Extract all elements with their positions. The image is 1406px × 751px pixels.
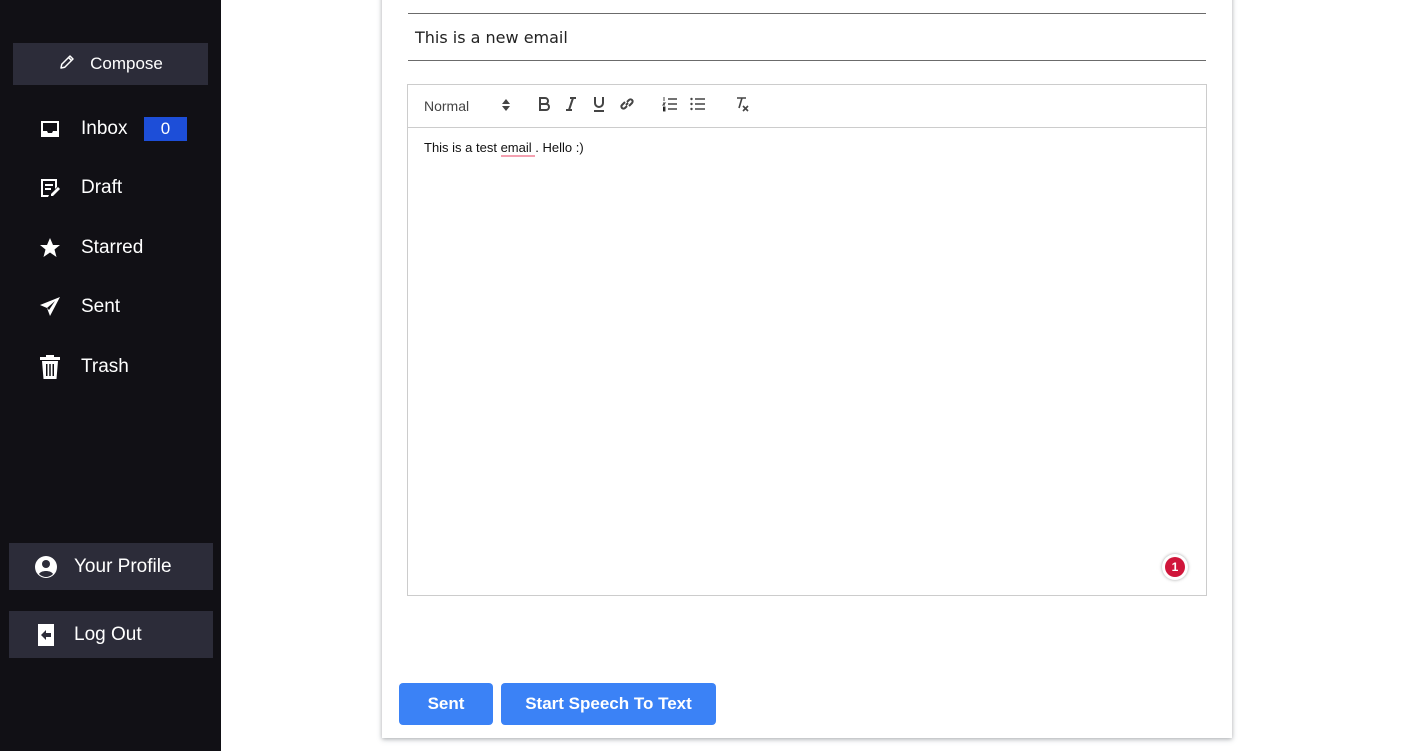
bullet-list-button[interactable]	[688, 94, 708, 118]
editor-body[interactable]: This is a test email . Hello :)	[424, 140, 584, 157]
sidebar-item-label: Sent	[81, 296, 121, 317]
inbox-icon	[36, 115, 64, 143]
sidebar-item-starred[interactable]: Starred	[36, 231, 206, 265]
subject-field-value: This is a new email	[415, 27, 568, 47]
sidebar-item-label: Draft	[81, 177, 123, 198]
italic-button[interactable]	[561, 94, 581, 118]
pencil-icon	[58, 53, 76, 76]
underline-button[interactable]	[589, 94, 609, 118]
sidebar-item-inbox[interactable]: Inbox 0	[36, 112, 206, 146]
sidebar-item-label: Starred	[81, 237, 144, 258]
clear-format-icon	[734, 96, 750, 117]
link-icon	[619, 96, 635, 117]
your-profile-button[interactable]: Your Profile	[9, 543, 213, 590]
italic-icon	[564, 96, 578, 116]
link-button[interactable]	[617, 94, 637, 118]
inbox-count-badge: 0	[144, 117, 187, 141]
select-arrows-icon	[501, 98, 511, 115]
underline-icon	[592, 96, 606, 117]
draft-icon	[36, 174, 64, 202]
your-profile-label: Your Profile	[74, 555, 172, 577]
misspelled-word[interactable]: email	[500, 140, 536, 157]
star-icon	[36, 234, 64, 262]
sidebar-item-trash[interactable]: Trash	[36, 350, 206, 384]
clear-format-button[interactable]	[732, 94, 752, 118]
log-out-label: Log Out	[74, 623, 142, 645]
editor-toolbar: Normal	[408, 85, 1206, 128]
header-select[interactable]: Normal	[424, 94, 514, 118]
ordered-list-icon	[661, 96, 678, 117]
compose-label: Compose	[90, 54, 163, 73]
logout-icon	[32, 621, 60, 649]
log-out-button[interactable]: Log Out	[9, 611, 213, 658]
send-icon	[36, 293, 64, 321]
bullet-list-icon	[690, 96, 706, 117]
body-text-start: This is a test	[424, 140, 501, 155]
sidebar-item-draft[interactable]: Draft	[36, 171, 206, 205]
rich-text-editor: Normal This is a test email . Hello:) 1	[407, 84, 1207, 596]
header-select-value: Normal	[424, 98, 470, 114]
send-button[interactable]: Sent	[399, 683, 493, 725]
bold-icon	[537, 96, 551, 116]
sidebar: Compose Inbox 0 Draft Starred Sent Trash	[0, 0, 221, 751]
compose-card: This is a new email Normal This is a tes…	[382, 0, 1232, 738]
sidebar-item-label: Trash	[81, 356, 129, 377]
sidebar-item-sent[interactable]: Sent	[36, 290, 206, 324]
to-field[interactable]	[408, 0, 1206, 14]
grammarly-count: 1	[1165, 557, 1185, 577]
user-circle-icon	[32, 553, 60, 581]
grammarly-badge[interactable]: 1	[1162, 554, 1188, 580]
compose-button[interactable]: Compose	[13, 43, 208, 85]
speech-to-text-button[interactable]: Start Speech To Text	[501, 683, 716, 725]
body-text-end: . Hello :)	[535, 140, 584, 155]
subject-field[interactable]: This is a new email	[408, 14, 1206, 61]
ordered-list-button[interactable]	[660, 94, 680, 118]
trash-icon	[36, 353, 64, 381]
bold-button[interactable]	[534, 94, 554, 118]
sidebar-item-label: Inbox	[81, 118, 128, 139]
